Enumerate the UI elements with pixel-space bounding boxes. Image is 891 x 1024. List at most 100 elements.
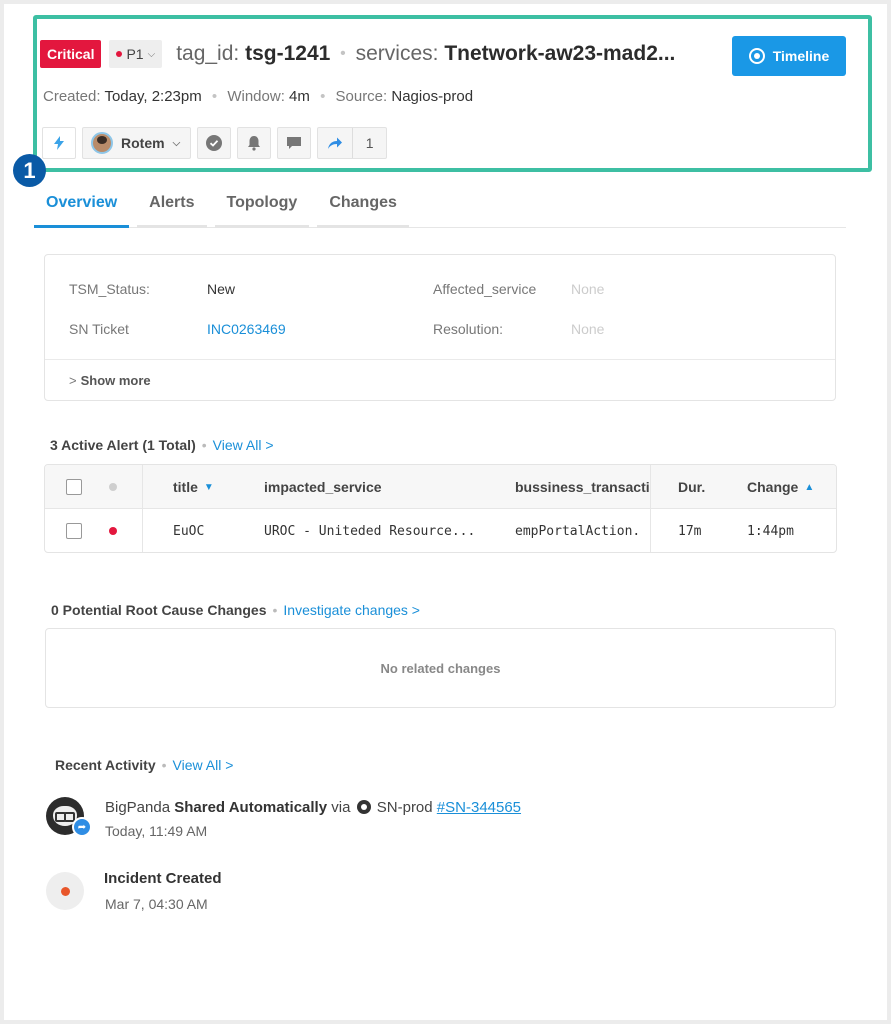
priority-dot-icon <box>116 51 123 57</box>
chevron-down-icon: ⌵ <box>147 48 156 60</box>
affected-service-label: Affected_service <box>433 281 537 297</box>
source-label: Source: <box>335 88 388 105</box>
row-checkbox[interactable] <box>66 523 82 539</box>
changes-card: No related changes <box>45 628 836 708</box>
column-title-label: title <box>173 479 198 495</box>
table-header: title ▼ impacted_service bussiness_transa… <box>45 465 836 509</box>
column-header-business-transaction[interactable]: bussiness_transactio <box>515 465 651 509</box>
activity-ticket-link[interactable]: #SN-344565 <box>437 799 521 816</box>
share-badge-icon: ➦ <box>72 817 92 837</box>
services-value: Tnetwork-aw23-mad2... <box>444 42 676 65</box>
details-divider <box>45 359 835 360</box>
alerts-view-all-link[interactable]: View All > <box>213 437 274 453</box>
activity-description: Incident Created <box>104 870 222 887</box>
share-button[interactable] <box>318 128 352 158</box>
tag-key: tag_id: <box>176 42 240 65</box>
activity-description: BigPanda Shared Automatically via SN-pro… <box>105 799 521 816</box>
meta-separator: • <box>211 88 218 105</box>
snooze-button[interactable] <box>237 127 272 159</box>
sn-ticket-label: SN Ticket <box>69 321 129 337</box>
affected-service-value: None <box>571 281 605 297</box>
tab-changes[interactable]: Changes <box>317 194 409 228</box>
status-header-cell <box>109 465 117 509</box>
tab-alerts[interactable]: Alerts <box>137 194 207 228</box>
share-count: 1 <box>352 128 386 158</box>
alerts-count-title: 3 Active Alert (1 Total) <box>50 437 196 453</box>
incident-title: tag_id: tsg-1241 • services: Tnetwork-aw… <box>176 42 675 66</box>
check-circle-icon <box>206 135 223 151</box>
column-change-label: Change <box>747 479 799 495</box>
lightning-icon <box>54 136 64 150</box>
resolution-value: None <box>571 321 605 337</box>
comment-button[interactable] <box>277 127 312 159</box>
bell-icon <box>248 136 261 151</box>
step-number-badge: 1 <box>13 154 46 187</box>
meta-separator: • <box>320 88 326 105</box>
timeline-button[interactable]: Timeline <box>732 36 846 76</box>
select-all-checkbox[interactable] <box>66 479 82 495</box>
activity-via: via <box>331 799 351 816</box>
lightning-button[interactable] <box>42 127 76 159</box>
activity-channel: SN-prod <box>376 799 433 816</box>
column-header-duration[interactable]: Dur. <box>678 465 705 509</box>
table-row[interactable]: EuOC UROC - Uniteded Resource... empPort… <box>45 509 836 552</box>
resolve-button[interactable] <box>197 127 232 159</box>
tag-value: tsg-1241 <box>245 42 331 65</box>
timeline-icon <box>748 48 765 64</box>
assignee-avatar <box>91 132 113 154</box>
chevron-right-icon: > <box>69 373 77 388</box>
assignee-name: Rotem <box>121 135 165 151</box>
status-dot-icon <box>109 483 117 491</box>
sort-asc-icon: ▲ <box>804 481 815 493</box>
column-header-change[interactable]: Change ▲ <box>747 465 814 509</box>
tab-topology[interactable]: Topology <box>214 194 310 228</box>
bigpanda-avatar: ➦ <box>46 797 92 837</box>
activity-section-heading: Recent Activity • View All > <box>55 757 233 773</box>
tab-overview[interactable]: Overview <box>34 194 130 228</box>
incident-created-icon <box>46 872 84 910</box>
source-value: Nagios-prod <box>391 88 474 105</box>
comment-icon <box>287 137 302 149</box>
priority-label: P1 <box>126 46 144 62</box>
select-all-cell <box>66 465 82 509</box>
tsm-status-value: New <box>207 281 236 297</box>
incident-header: Critical P1 ⌵ tag_id: tsg-1241 • service… <box>40 40 675 68</box>
row-business-transaction: empPortalAction. <box>515 523 641 539</box>
resolution-label: Resolution: <box>433 321 504 337</box>
column-header-impacted-service[interactable]: impacted_service <box>264 465 382 509</box>
created-value: Today, 2:23pm <box>104 88 202 105</box>
incident-details-card: TSM_Status: New Affected_service None SN… <box>44 254 836 401</box>
column-header-title[interactable]: title ▼ <box>173 465 214 509</box>
timeline-label: Timeline <box>772 48 830 64</box>
tsm-status-label: TSM_Status: <box>69 281 150 297</box>
share-control[interactable]: 1 <box>317 127 388 159</box>
heading-separator: • <box>272 602 278 618</box>
assignee-dropdown[interactable]: Rotem ⌵ <box>82 127 192 159</box>
row-duration: 17m <box>678 523 702 539</box>
severity-badge[interactable]: Critical <box>40 40 102 68</box>
incident-meta: Created: Today, 2:23pm • Window: 4m • So… <box>43 88 473 105</box>
services-key: services: <box>355 42 439 65</box>
priority-dropdown[interactable]: P1 ⌵ <box>109 40 163 68</box>
chevron-down-icon: ⌵ <box>172 137 181 149</box>
row-status-cell <box>109 509 117 552</box>
title-separator: • <box>340 45 346 62</box>
sn-ticket-link[interactable]: INC0263469 <box>207 321 286 337</box>
heading-separator: • <box>201 437 207 453</box>
row-title: EuOC <box>173 523 205 539</box>
share-arrow-icon <box>328 137 343 149</box>
window-value: 4m <box>289 88 310 105</box>
incident-tabs: Overview Alerts Topology Changes <box>34 194 846 228</box>
activity-view-all-link[interactable]: View All > <box>173 757 234 773</box>
row-change: 1:44pm <box>747 523 794 539</box>
created-label: Created: <box>43 88 101 105</box>
investigate-changes-link[interactable]: Investigate changes > <box>283 602 420 618</box>
activity-actor: BigPanda <box>105 799 171 816</box>
github-icon <box>356 800 371 814</box>
show-more-toggle[interactable]: > Show more <box>69 373 151 388</box>
incident-page: 1 Critical P1 ⌵ tag_id: tsg-1241 • servi… <box>4 4 887 1020</box>
changes-count-title: 0 Potential Root Cause Changes <box>51 602 267 618</box>
activity-title: Recent Activity <box>55 757 156 773</box>
sort-desc-icon: ▼ <box>203 481 214 493</box>
row-select-cell <box>66 509 82 552</box>
